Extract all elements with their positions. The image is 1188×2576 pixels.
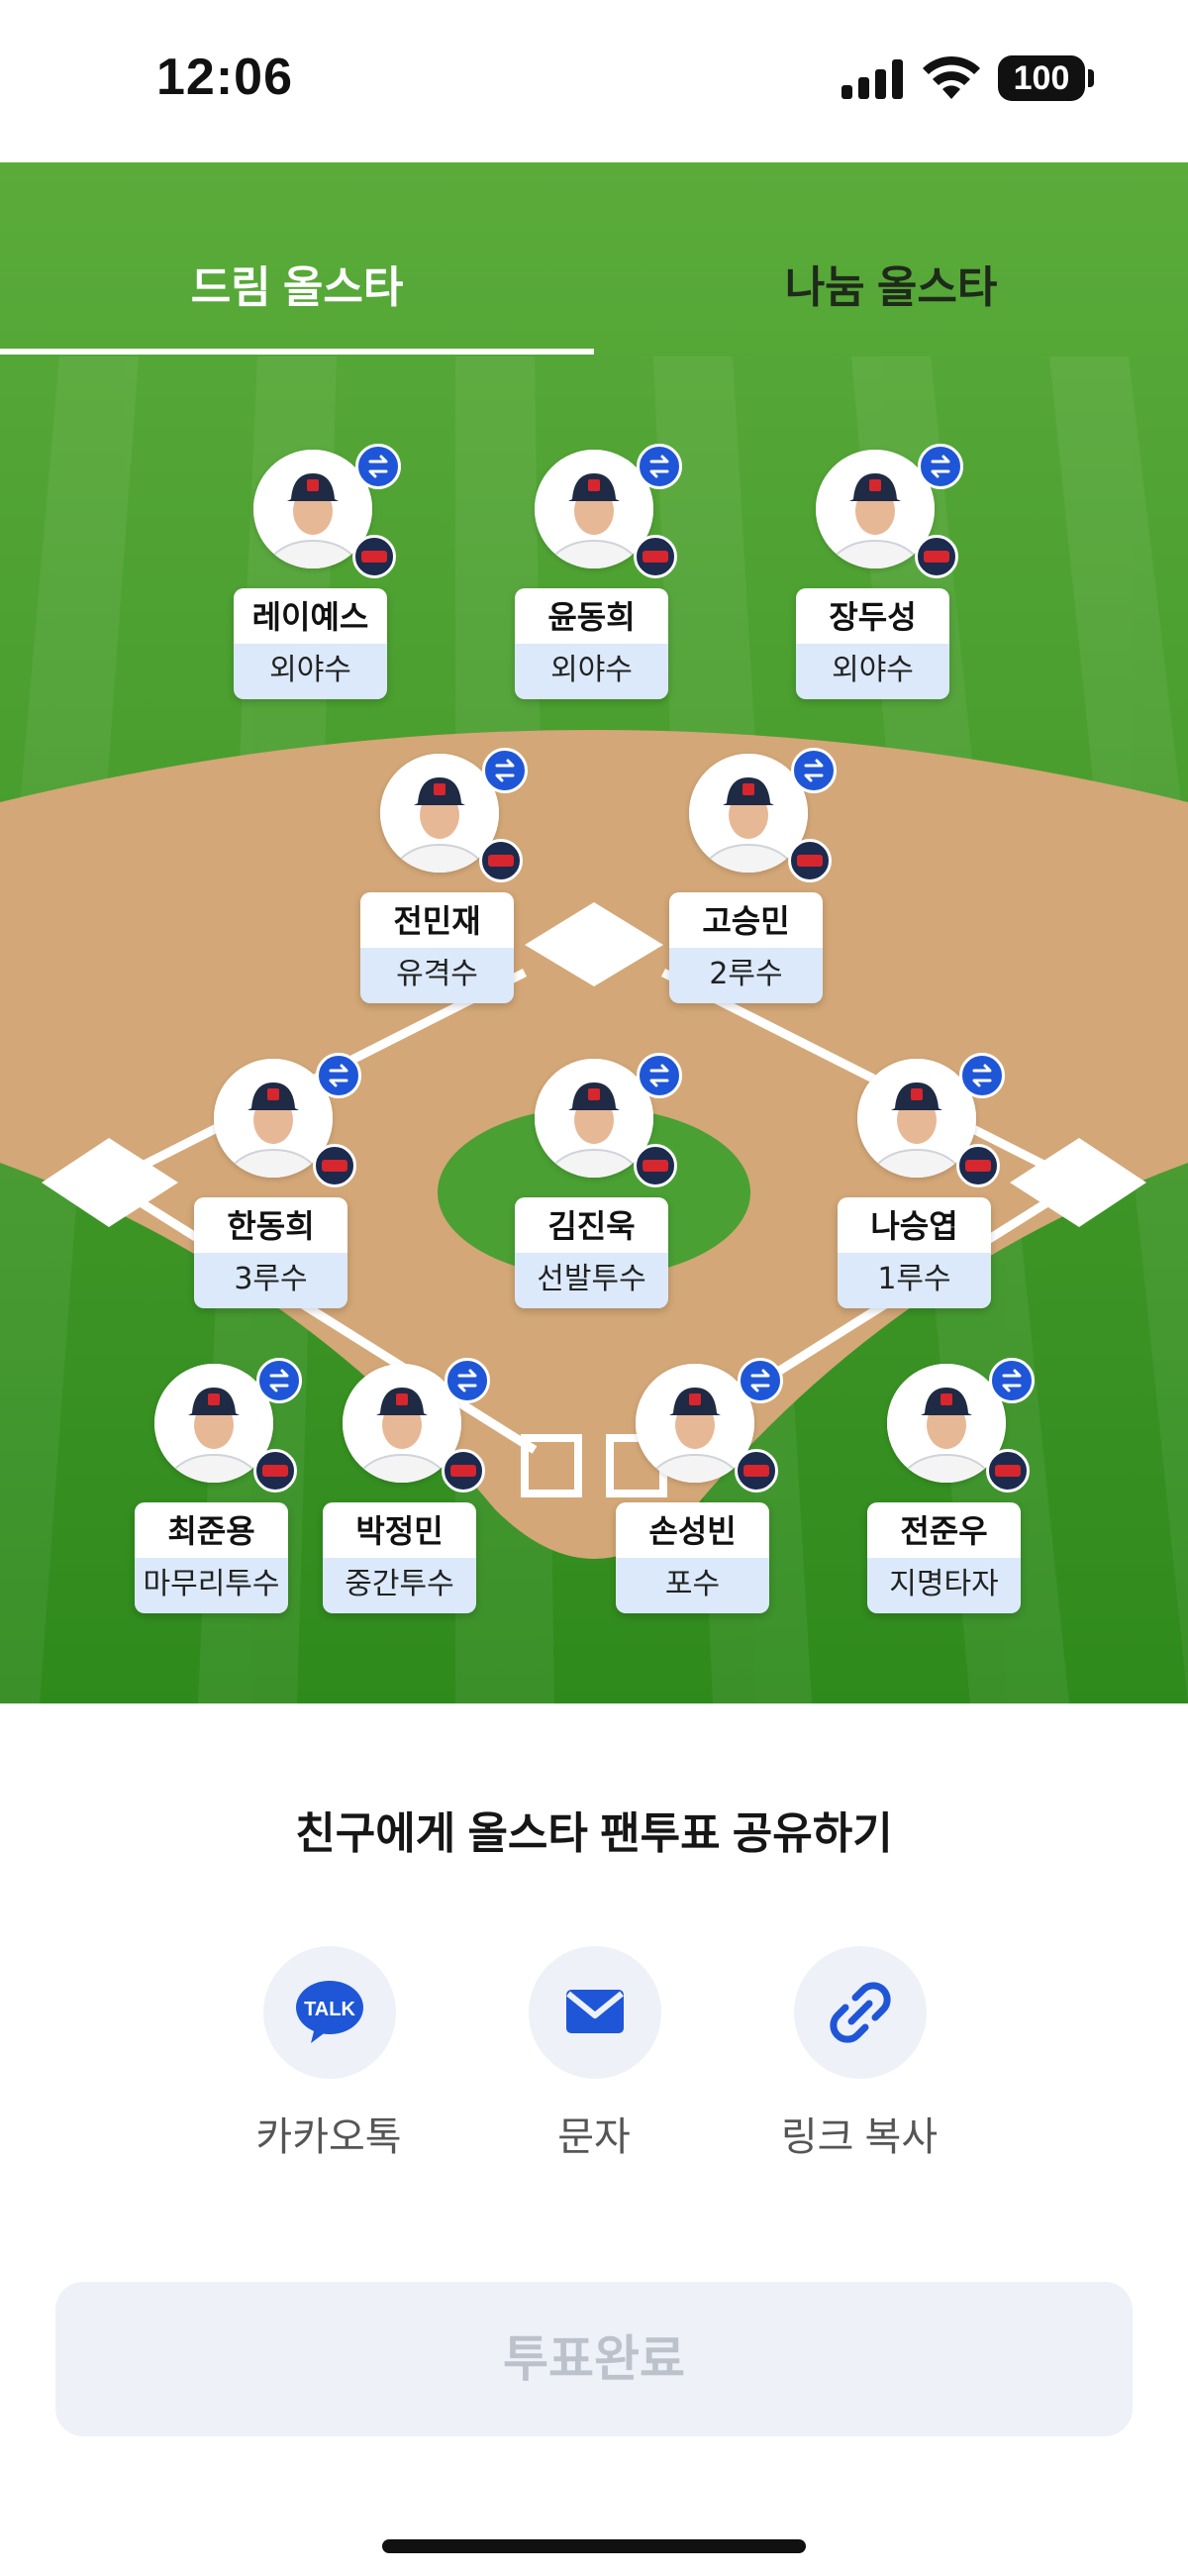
- share-kakao-label: 카카오톡: [255, 2115, 402, 2159]
- player-card[interactable]: 장두성 외야수: [776, 444, 974, 701]
- share-sms-button[interactable]: 문자: [485, 1946, 703, 2174]
- team-logo-icon: [352, 535, 396, 578]
- player-card[interactable]: 윤동희 외야수: [495, 444, 693, 701]
- player-name: 윤동희: [515, 588, 668, 644]
- swap-icon[interactable]: [959, 1053, 1005, 1098]
- battery-tip: [1088, 69, 1094, 87]
- player-card[interactable]: 전준우 지명타자: [847, 1358, 1045, 1615]
- swap-icon[interactable]: [316, 1053, 361, 1098]
- swap-icon[interactable]: [637, 444, 682, 489]
- player-card[interactable]: 손성빈 포수: [596, 1358, 794, 1615]
- team-logo-icon: [915, 535, 958, 578]
- swap-icon[interactable]: [445, 1358, 490, 1403]
- share-kakao-button[interactable]: TALK 카카오톡: [220, 1946, 438, 2174]
- tab-dream-allstar[interactable]: 드림 올스타: [0, 252, 594, 315]
- team-logo-icon: [788, 839, 832, 882]
- battery-level: 100: [1013, 59, 1070, 97]
- player-card[interactable]: 고승민 2루수: [649, 748, 847, 1005]
- player-name-card: 레이예스 외야수: [234, 588, 387, 699]
- player-name-card: 김진욱 선발투수: [515, 1197, 668, 1308]
- player-position: 1루수: [838, 1253, 991, 1308]
- player-position: 2루수: [669, 948, 823, 1003]
- team-logo-icon: [253, 1449, 297, 1493]
- player-name-card: 최준용 마무리투수: [135, 1502, 288, 1613]
- swap-icon[interactable]: [256, 1358, 302, 1403]
- player-card[interactable]: 최준용 마무리투수: [115, 1358, 313, 1615]
- battery-icon: 100: [998, 55, 1085, 101]
- team-logo-icon: [986, 1449, 1030, 1493]
- player-position: 외야수: [515, 644, 668, 699]
- player-name: 김진욱: [515, 1197, 668, 1253]
- player-name: 손성빈: [616, 1502, 769, 1558]
- share-title: 친구에게 올스타 팬투표 공유하기: [295, 1809, 893, 1858]
- status-bar: 12:06 100: [0, 0, 1188, 162]
- team-logo-icon: [634, 1144, 677, 1187]
- player-card[interactable]: 박정민 중간투수: [303, 1358, 501, 1615]
- player-card[interactable]: 한동희 3루수: [174, 1053, 372, 1310]
- player-card[interactable]: 전민재 유격수: [341, 748, 539, 1005]
- mail-icon: [529, 1946, 661, 2079]
- player-position: 마무리투수: [135, 1558, 288, 1613]
- player-name: 전준우: [867, 1502, 1021, 1558]
- player-name-card: 전준우 지명타자: [867, 1502, 1021, 1613]
- player-name-card: 손성빈 포수: [616, 1502, 769, 1613]
- tab-bar: 드림 올스타 나눔 올스타: [0, 162, 1188, 357]
- share-link-button[interactable]: 링크 복사: [750, 1946, 968, 2174]
- player-name-card: 한동희 3루수: [194, 1197, 347, 1308]
- player-name-card: 장두성 외야수: [796, 588, 949, 699]
- swap-icon[interactable]: [989, 1358, 1035, 1403]
- team-logo-icon: [442, 1449, 485, 1493]
- status-time: 12:06: [156, 49, 293, 106]
- swap-icon[interactable]: [482, 748, 528, 793]
- player-name: 나승엽: [838, 1197, 991, 1253]
- player-name: 한동희: [194, 1197, 347, 1253]
- player-name-card: 전민재 유격수: [360, 892, 514, 1003]
- player-name: 최준용: [135, 1502, 288, 1558]
- player-name: 전민재: [360, 892, 514, 948]
- player-name: 박정민: [323, 1502, 476, 1558]
- active-tab-indicator: [0, 349, 594, 355]
- swap-icon[interactable]: [637, 1053, 682, 1098]
- team-logo-icon: [735, 1449, 778, 1493]
- player-position: 유격수: [360, 948, 514, 1003]
- player-position: 포수: [616, 1558, 769, 1613]
- player-position: 중간투수: [323, 1558, 476, 1613]
- player-name-card: 윤동희 외야수: [515, 588, 668, 699]
- team-logo-icon: [479, 839, 523, 882]
- team-logo-icon: [634, 535, 677, 578]
- player-name: 장두성: [796, 588, 949, 644]
- kakao-talk-icon: TALK: [263, 1946, 396, 2079]
- player-name: 레이예스: [234, 588, 387, 644]
- player-name-card: 고승민 2루수: [669, 892, 823, 1003]
- team-logo-icon: [313, 1144, 356, 1187]
- player-card[interactable]: 나승엽 1루수: [818, 1053, 1016, 1310]
- share-sms-label: 문자: [557, 2115, 631, 2159]
- player-name: 고승민: [669, 892, 823, 948]
- player-card[interactable]: 김진욱 선발투수: [495, 1053, 693, 1310]
- player-card[interactable]: 레이예스 외야수: [214, 444, 412, 701]
- link-icon: [794, 1946, 927, 2079]
- vote-complete-button[interactable]: 투표완료: [55, 2282, 1133, 2436]
- share-link-label: 링크 복사: [780, 2115, 939, 2159]
- player-name-card: 나승엽 1루수: [838, 1197, 991, 1308]
- kakao-icon-text: TALK: [304, 1999, 355, 2020]
- player-position: 외야수: [796, 644, 949, 699]
- home-indicator: [382, 2539, 806, 2553]
- swap-icon[interactable]: [738, 1358, 783, 1403]
- player-name-card: 박정민 중간투수: [323, 1502, 476, 1613]
- player-position: 지명타자: [867, 1558, 1021, 1613]
- swap-icon[interactable]: [918, 444, 963, 489]
- baseball-field: 드림 올스타 나눔 올스타 레이예스 외야수 윤동희 외야수 장두성 외야수 전…: [0, 162, 1188, 1703]
- swap-icon[interactable]: [355, 444, 401, 489]
- player-position: 3루수: [194, 1253, 347, 1308]
- swap-icon[interactable]: [791, 748, 837, 793]
- signal-icon: [842, 59, 905, 99]
- tab-nanum-allstar[interactable]: 나눔 올스타: [594, 252, 1188, 315]
- team-logo-icon: [956, 1144, 1000, 1187]
- player-position: 선발투수: [515, 1253, 668, 1308]
- player-position: 외야수: [234, 644, 387, 699]
- wifi-icon: [923, 55, 980, 99]
